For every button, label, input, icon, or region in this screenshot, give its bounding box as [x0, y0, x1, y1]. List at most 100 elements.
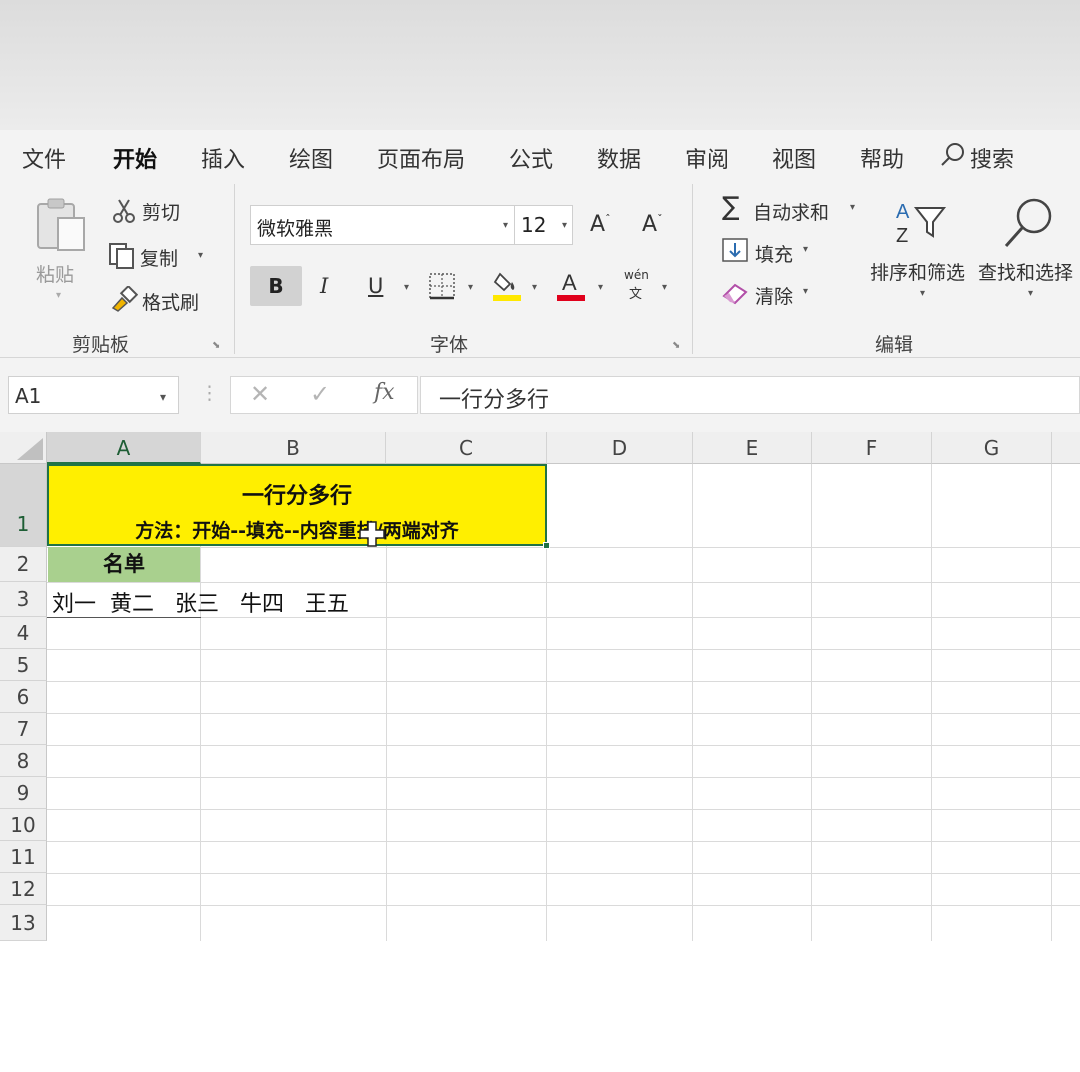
row-header-9[interactable]: 9	[0, 777, 47, 809]
fill-dropdown-icon[interactable]: ▾	[803, 244, 808, 255]
bold-button[interactable]: B	[250, 266, 302, 306]
border-icon[interactable]	[428, 272, 456, 300]
row-header-12[interactable]: 12	[0, 873, 47, 905]
font-size-dropdown-icon[interactable]: ▾	[562, 220, 567, 231]
formula-bar-handle-icon[interactable]: ⋮	[200, 382, 219, 404]
column-header-d[interactable]: D	[547, 432, 693, 464]
separator	[692, 184, 693, 354]
gridline	[47, 745, 1080, 746]
row-header-6[interactable]: 6	[0, 681, 47, 713]
font-family-dropdown-icon[interactable]: ▾	[503, 220, 508, 231]
underline-button[interactable]: U	[368, 274, 383, 298]
row-header-11[interactable]: 11	[0, 841, 47, 873]
search-box[interactable]: 搜索	[970, 142, 1014, 174]
cell-cursor-icon	[359, 521, 385, 547]
find-select-dropdown-icon[interactable]: ▾	[1028, 288, 1033, 299]
cell-a1-title: 一行分多行	[241, 484, 352, 509]
clear-button[interactable]: 清除	[755, 282, 793, 309]
phonetic-dropdown-icon[interactable]: ▾	[662, 282, 667, 293]
gridline	[811, 464, 812, 941]
tab-file[interactable]: 文件	[22, 142, 66, 174]
tab-formulas[interactable]: 公式	[509, 142, 553, 174]
underline-dropdown-icon[interactable]: ▾	[404, 282, 409, 293]
fill-button[interactable]: 填充	[755, 240, 793, 267]
copy-dropdown-icon[interactable]: ▾	[198, 250, 203, 261]
copy-icon	[109, 243, 134, 269]
cell-a3[interactable]: 刘一 黄二 张三 牛四 王五	[52, 586, 349, 618]
tab-help[interactable]: 帮助	[860, 142, 904, 174]
paste-button[interactable]: 粘贴	[36, 260, 74, 287]
row-header-8[interactable]: 8	[0, 745, 47, 777]
find-select-button[interactable]: 查找和选择	[978, 258, 1073, 285]
column-header-b[interactable]: B	[201, 432, 386, 464]
tab-page-layout[interactable]: 页面布局	[377, 142, 465, 174]
decrease-font-icon[interactable]: Aˇ	[642, 212, 663, 237]
font-color-dropdown-icon[interactable]: ▾	[598, 282, 603, 293]
border-dropdown-icon[interactable]: ▾	[468, 282, 473, 293]
column-header-c[interactable]: C	[386, 432, 547, 464]
row-header-1[interactable]: 1	[0, 464, 47, 547]
paste-icon[interactable]	[34, 196, 88, 254]
clipboard-group-label: 剪贴板	[72, 334, 130, 356]
fill-handle[interactable]	[543, 542, 550, 549]
gridline	[47, 905, 1080, 906]
phonetic-guide-button[interactable]: 文	[629, 283, 642, 302]
select-all-corner[interactable]	[0, 432, 47, 464]
fill-color-dropdown-icon[interactable]: ▾	[532, 282, 537, 293]
column-header-a[interactable]: A	[47, 432, 201, 464]
italic-button[interactable]: I	[320, 274, 328, 298]
font-group-label: 字体	[430, 334, 469, 356]
sort-filter-button[interactable]: 排序和筛选	[870, 258, 965, 285]
tab-draw[interactable]: 绘图	[289, 142, 333, 174]
svg-text:Z: Z	[896, 225, 908, 246]
clipboard-launcher-icon[interactable]: ⬊	[212, 340, 222, 351]
format-painter-icon	[111, 286, 138, 312]
row-header-3[interactable]: 3	[0, 582, 47, 617]
gridline	[47, 681, 1080, 682]
cancel-icon[interactable]: ✕	[250, 380, 270, 408]
format-painter-button[interactable]: 格式刷	[142, 288, 199, 315]
row-header-5[interactable]: 5	[0, 649, 47, 681]
row-header-13[interactable]: 13	[0, 905, 47, 941]
tab-data[interactable]: 数据	[597, 142, 641, 174]
tab-view[interactable]: 视图	[772, 142, 816, 174]
row-header-10[interactable]: 10	[0, 809, 47, 841]
cut-button[interactable]: 剪切	[142, 198, 180, 225]
gridline	[47, 841, 1080, 842]
column-header-h[interactable]	[1052, 432, 1080, 464]
eraser-icon	[722, 283, 748, 305]
clear-dropdown-icon[interactable]: ▾	[803, 286, 808, 297]
copy-button[interactable]: 复制	[140, 244, 178, 271]
fill-color-icon[interactable]	[492, 268, 522, 302]
column-header-g[interactable]: G	[932, 432, 1052, 464]
enter-icon[interactable]: ✓	[310, 380, 330, 408]
tab-insert[interactable]: 插入	[201, 142, 245, 174]
row-header-4[interactable]: 4	[0, 617, 47, 649]
increase-font-icon[interactable]: Aˆ	[590, 212, 611, 237]
ribbon-tabs: 文件 开始 插入 绘图 页面布局 公式 数据 审阅 视图 帮助 搜索	[0, 130, 1080, 183]
insert-function-button[interactable]: fx	[374, 380, 395, 405]
cell-a2[interactable]: 名单	[48, 547, 200, 582]
autosum-button[interactable]: 自动求和	[753, 198, 829, 225]
cell-a1-merged[interactable]: 一行分多行 方法：开始--填充--内容重排/两端对齐	[47, 464, 547, 546]
font-family-select[interactable]: 微软雅黑	[250, 205, 515, 245]
name-box[interactable]: A1	[8, 376, 179, 414]
find-icon	[1004, 198, 1052, 247]
paste-dropdown-icon[interactable]: ▾	[56, 290, 61, 301]
fill-down-icon	[722, 238, 748, 262]
column-header-f[interactable]: F	[812, 432, 932, 464]
autosum-dropdown-icon[interactable]: ▾	[850, 202, 855, 213]
search-icon[interactable]	[940, 142, 966, 168]
tab-home[interactable]: 开始	[113, 142, 158, 183]
font-launcher-icon[interactable]: ⬊	[672, 340, 682, 351]
formula-input[interactable]: 一行分多行	[420, 376, 1080, 414]
name-box-dropdown-icon[interactable]: ▾	[160, 390, 166, 404]
column-header-e[interactable]: E	[693, 432, 812, 464]
row-header-2[interactable]: 2	[0, 547, 47, 582]
sort-filter-dropdown-icon[interactable]: ▾	[920, 288, 925, 299]
row-header-7[interactable]: 7	[0, 713, 47, 745]
font-color-icon[interactable]: A	[556, 268, 586, 302]
tab-review[interactable]: 审阅	[685, 142, 729, 174]
sigma-icon: ∑	[722, 192, 740, 222]
gridline	[47, 873, 1080, 874]
